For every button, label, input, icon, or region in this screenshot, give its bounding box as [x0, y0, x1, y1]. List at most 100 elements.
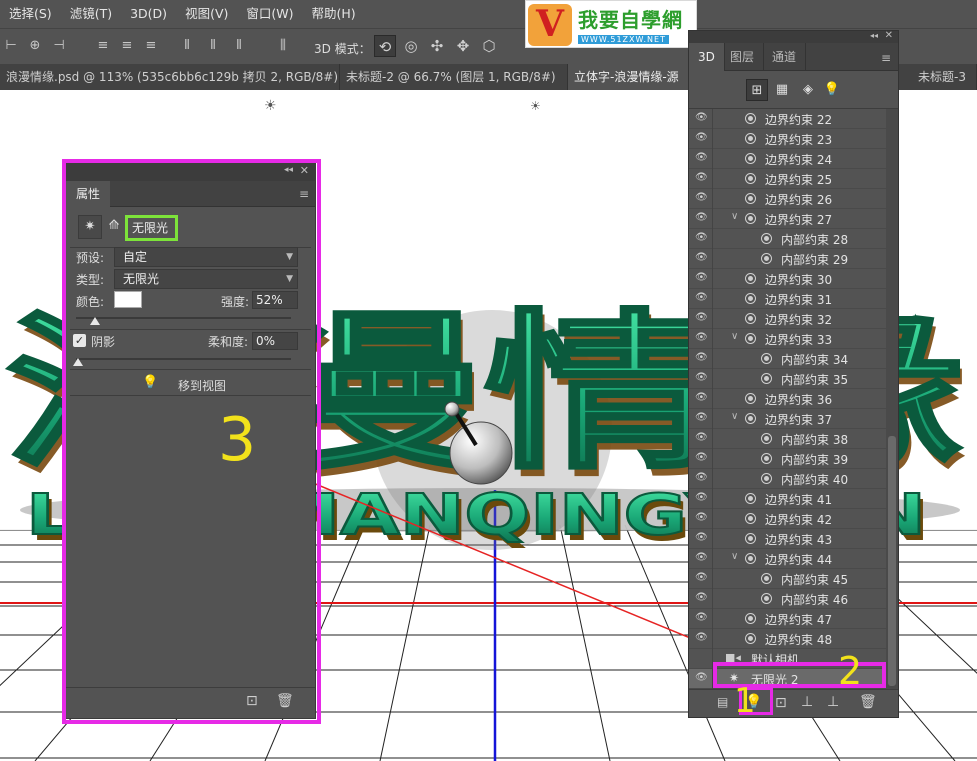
expand-chevron-icon[interactable]: ∨	[731, 411, 738, 422]
slide-3d-icon[interactable]: ✥	[452, 35, 474, 57]
auto-align-icon[interactable]: ⫼	[276, 39, 290, 53]
move-to-view-button[interactable]: 移到视图	[178, 377, 226, 394]
scene-row[interactable]: 👁 边界约束 47	[689, 609, 886, 629]
softness-slider-track[interactable]	[76, 358, 291, 360]
expand-chevron-icon[interactable]: ∨	[731, 551, 738, 562]
scene-row[interactable]: 👁 边界约束 43	[689, 529, 886, 549]
menu-view[interactable]: 视图(V)	[176, 0, 237, 28]
visibility-toggle[interactable]: 👁	[689, 149, 713, 169]
intensity-slider-thumb[interactable]	[90, 317, 100, 325]
visibility-toggle[interactable]: 👁	[689, 209, 713, 229]
meshes-icon[interactable]: ▦	[771, 79, 793, 101]
distribute-bottom-icon[interactable]: ≡	[144, 39, 158, 53]
scene-row[interactable]: 👁 内部约束 28	[689, 229, 886, 249]
visibility-toggle[interactable]: 👁	[689, 669, 713, 689]
visibility-toggle[interactable]: 👁	[689, 129, 713, 149]
visibility-toggle[interactable]: 👁	[689, 269, 713, 289]
scene-row[interactable]: 👁 内部约束 34	[689, 349, 886, 369]
scene-row[interactable]: 👁 内部约束 39	[689, 449, 886, 469]
new-light-icon[interactable]: ⊡	[246, 693, 258, 709]
softness-slider-thumb[interactable]	[73, 358, 83, 366]
close-icon[interactable]: ✕	[300, 164, 309, 177]
scene-row[interactable]: 👁 边界约束 31	[689, 289, 886, 309]
scrollbar-thumb[interactable]	[888, 436, 896, 686]
distribute-left-icon[interactable]: ⫴	[180, 39, 194, 53]
scene-row[interactable]: 👁 边界约束 22	[689, 109, 886, 129]
visibility-toggle[interactable]: 👁	[689, 389, 713, 409]
menu-filter[interactable]: 滤镜(T)	[61, 0, 121, 28]
intensity-input[interactable]: 52%	[252, 291, 298, 309]
scene-row[interactable]: 👁 边界约束 48	[689, 629, 886, 649]
visibility-toggle[interactable]: 👁	[689, 529, 713, 549]
scene-row[interactable]: 👁 内部约束 40	[689, 469, 886, 489]
scene-row[interactable]: 👁 边界约束 23	[689, 129, 886, 149]
close-icon[interactable]: ✕	[885, 30, 893, 41]
tab-channels[interactable]: 通道	[763, 43, 807, 71]
visibility-toggle[interactable]: 👁	[689, 509, 713, 529]
visibility-toggle[interactable]: 👁	[689, 469, 713, 489]
panel-menu-icon[interactable]: ≡	[881, 51, 891, 65]
drag-3d-icon[interactable]: ✣	[426, 35, 448, 57]
visibility-toggle[interactable]: 👁	[689, 249, 713, 269]
3d-panel-titlebar[interactable]: ◂◂ ✕	[689, 30, 898, 43]
materials-icon[interactable]: ◈	[797, 79, 819, 101]
visibility-toggle[interactable]: 👁	[689, 369, 713, 389]
expand-chevron-icon[interactable]: ∨	[731, 211, 738, 222]
align-left-icon[interactable]: ⊢	[4, 39, 18, 53]
type-select[interactable]: 无限光 ▼	[114, 269, 298, 289]
scene-row[interactable]: 👁 内部约束 45	[689, 569, 886, 589]
light-settings-icon[interactable]: ✷	[78, 215, 102, 239]
scene-row[interactable]: 👁 ∨ 边界约束 27	[689, 209, 886, 229]
scene-row[interactable]: 👁 内部约束 38	[689, 429, 886, 449]
preset-select[interactable]: 自定 ▼	[114, 247, 298, 267]
collapse-icon[interactable]: ◂◂	[284, 165, 293, 175]
move-to-view-icon[interactable]: ⊡	[775, 695, 787, 711]
render-icon[interactable]: ▤	[717, 695, 728, 709]
light-color-swatch[interactable]	[114, 291, 142, 308]
trash-icon[interactable]: 🗑	[276, 693, 294, 709]
shadow-checkbox[interactable]: ✓	[73, 334, 86, 347]
tab-document-4[interactable]: 未标题-3	[912, 64, 977, 90]
visibility-toggle[interactable]: 👁	[689, 229, 713, 249]
menu-3d[interactable]: 3D(D)	[121, 0, 176, 28]
visibility-toggle[interactable]: 👁	[689, 609, 713, 629]
visibility-toggle[interactable]: 👁	[689, 629, 713, 649]
scene-row[interactable]: 👁 边界约束 41	[689, 489, 886, 509]
visibility-toggle[interactable]: 👁	[689, 289, 713, 309]
visibility-toggle[interactable]: 👁	[689, 409, 713, 429]
softness-input[interactable]: 0%	[252, 332, 298, 350]
visibility-toggle[interactable]: 👁	[689, 329, 713, 349]
scene-row[interactable]: 👁 边界约束 32	[689, 309, 886, 329]
distribute-center-icon[interactable]: ⫴	[206, 39, 220, 53]
scene-row[interactable]: 👁 边界约束 30	[689, 269, 886, 289]
scene-row[interactable]: 👁 内部约束 46	[689, 589, 886, 609]
visibility-toggle[interactable]: 👁	[689, 169, 713, 189]
menu-select[interactable]: 选择(S)	[0, 0, 61, 28]
menu-help[interactable]: 帮助(H)	[303, 0, 365, 28]
scene-row[interactable]: 👁 ∨ 边界约束 37	[689, 409, 886, 429]
roll-3d-icon[interactable]: ◎	[400, 35, 422, 57]
expand-chevron-icon[interactable]: ∨	[731, 331, 738, 342]
scene-row[interactable]: 👁 边界约束 42	[689, 509, 886, 529]
menu-window[interactable]: 窗口(W)	[237, 0, 302, 28]
orbit-3d-icon[interactable]: ⟲	[374, 35, 396, 57]
visibility-toggle[interactable]: 👁	[689, 189, 713, 209]
panel-menu-icon[interactable]: ≡	[299, 187, 309, 201]
visibility-toggle[interactable]: 👁	[689, 489, 713, 509]
whole-scene-icon[interactable]: ⊞	[746, 79, 768, 101]
visibility-toggle[interactable]: 👁	[689, 549, 713, 569]
move-to-view-icon[interactable]: 💡	[142, 375, 158, 390]
tab-3d[interactable]: 3D	[689, 43, 725, 71]
scene-row[interactable]: 👁 ∨ 边界约束 33	[689, 329, 886, 349]
distribute-middle-icon[interactable]: ≡	[120, 39, 134, 53]
ground-light-icon[interactable]: ⊥	[801, 694, 813, 710]
ground-light-2-icon[interactable]: ⊥	[827, 694, 839, 710]
coordinates-icon[interactable]: ⟰	[102, 215, 126, 239]
lights-icon[interactable]: 💡	[821, 79, 843, 101]
properties-titlebar[interactable]: ◂◂ ✕	[66, 163, 315, 181]
distribute-top-icon[interactable]: ≡	[96, 39, 110, 53]
visibility-toggle[interactable]: 👁	[689, 589, 713, 609]
scene-row[interactable]: 👁 边界约束 36	[689, 389, 886, 409]
tab-properties[interactable]: 属性	[66, 181, 111, 207]
visibility-toggle[interactable]	[689, 649, 713, 669]
